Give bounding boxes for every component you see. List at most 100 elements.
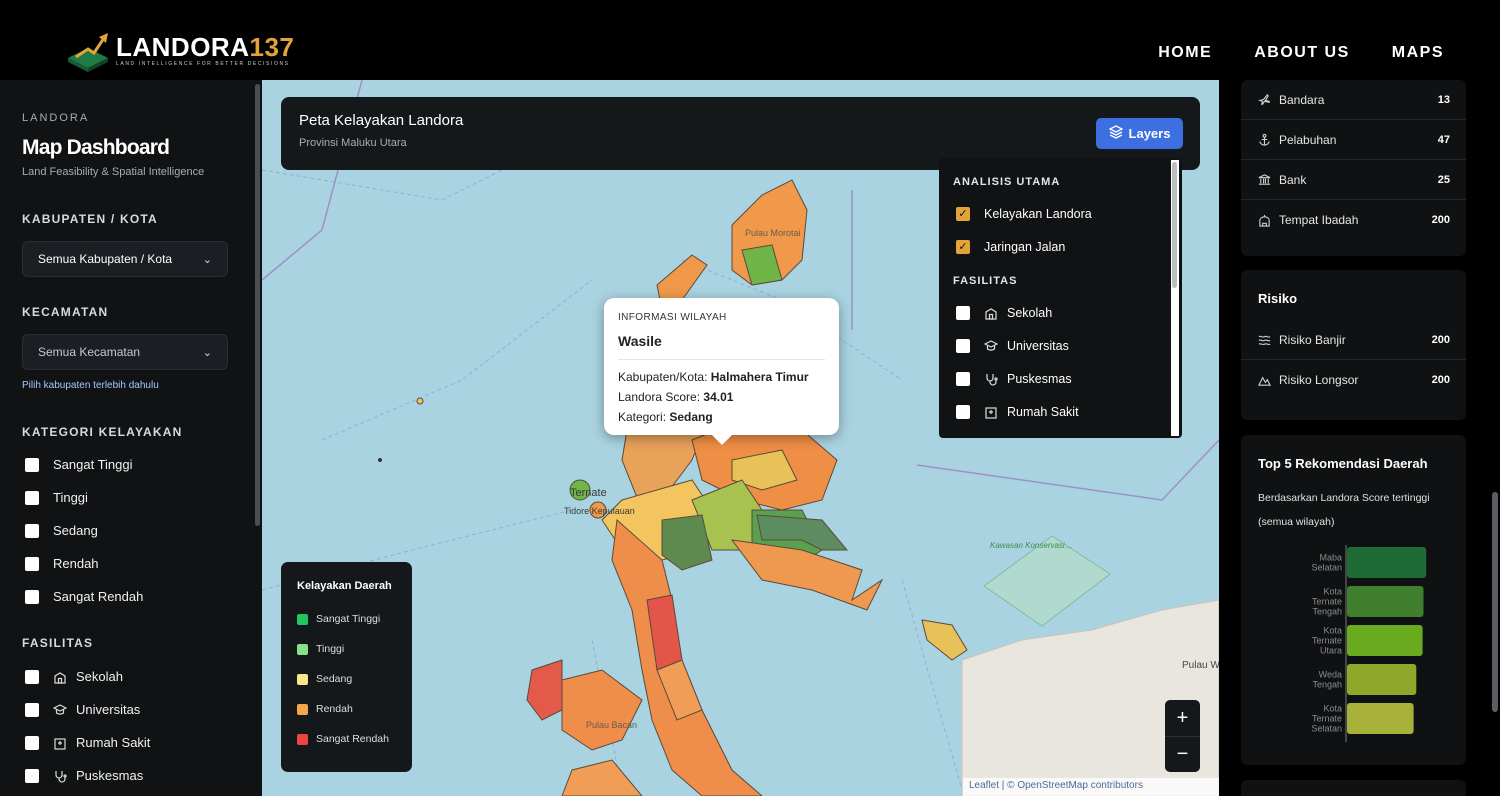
checkbox[interactable] xyxy=(956,305,970,320)
top5-title: Top 5 Rekomendasi Daerah xyxy=(1258,456,1428,471)
zoom-in-button[interactable]: + xyxy=(1165,700,1200,736)
popup-kategori: Kategori: Sedang xyxy=(618,410,713,424)
legend-swatch xyxy=(297,703,308,715)
kategori-list: Sangat Tinggi Tinggi Sedang Rendah Sanga… xyxy=(22,448,240,613)
legend-swatch xyxy=(297,643,308,655)
sidebar-subtitle: Land Feasibility & Spatial Intelligence xyxy=(22,166,205,178)
fasilitas-item-rumah-sakit[interactable]: Rumah Sakit xyxy=(22,726,240,759)
checkbox[interactable] xyxy=(25,523,39,538)
chart-category-label: Maba Selatan xyxy=(1311,553,1342,573)
checkbox[interactable] xyxy=(956,371,970,386)
checkbox-checked[interactable]: ✓ xyxy=(956,239,970,254)
nav-maps[interactable]: MAPS xyxy=(1392,44,1444,62)
layers-button[interactable]: Layers xyxy=(1096,118,1183,149)
analisis-title: ANALISIS UTAMA xyxy=(953,176,1061,188)
layer-sekolah[interactable]: Sekolah xyxy=(939,296,1182,329)
chart-bar[interactable] xyxy=(1347,664,1417,695)
checkbox[interactable] xyxy=(25,457,39,472)
fasilitas-list: Sekolah Universitas Rumah Sakit Puskesma… xyxy=(22,660,240,792)
stethoscope-icon xyxy=(53,769,67,783)
kategori-item[interactable]: Tinggi xyxy=(22,481,240,514)
fasilitas-item-label: Puskesmas xyxy=(76,768,144,783)
kategori-item-label: Rendah xyxy=(53,556,99,571)
chart-category-label: Weda Tengah xyxy=(1312,670,1342,690)
stat-pelabuhan: Pelabuhan 47 xyxy=(1241,120,1466,160)
kabupaten-select-value: Semua Kabupaten / Kota xyxy=(38,252,173,266)
checkbox[interactable] xyxy=(25,702,39,717)
nav-about-us[interactable]: ABOUT US xyxy=(1254,44,1350,62)
kategori-item[interactable]: Sangat Rendah xyxy=(22,580,240,613)
checkbox[interactable] xyxy=(956,338,970,353)
popup-eyebrow: INFORMASI WILAYAH xyxy=(618,312,727,323)
fasilitas-layer-title: FASILITAS xyxy=(953,275,1018,287)
right-scrollbar[interactable] xyxy=(1492,492,1498,712)
checkbox[interactable] xyxy=(25,490,39,505)
checkbox[interactable] xyxy=(25,589,39,604)
layers-button-label: Layers xyxy=(1128,126,1171,141)
chart-bar[interactable] xyxy=(1347,547,1427,578)
map-view[interactable]: Pulau Morotai Ternate Tidore Kepulauan P… xyxy=(262,80,1219,796)
chart-bar[interactable] xyxy=(1347,703,1414,734)
facility-stats-card: Bandara 13 Pelabuhan 47 Bank 25 Tempat I… xyxy=(1241,80,1466,256)
nav-home[interactable]: HOME xyxy=(1158,44,1212,62)
graduation-cap-icon xyxy=(984,339,998,353)
layer-universitas[interactable]: Universitas xyxy=(939,329,1182,362)
map-attribution[interactable]: Leaflet | © OpenStreetMap contributors xyxy=(963,778,1219,796)
risiko-card: Risiko Risiko Banjir 200 Risiko Longsor … xyxy=(1241,270,1466,420)
chart-category-label: Kota Ternate Selatan xyxy=(1311,704,1342,734)
kecamatan-label: KECAMATAN xyxy=(22,305,109,319)
layer-label: Kelayakan Landora xyxy=(984,206,1092,221)
kategori-item-label: Tinggi xyxy=(53,490,88,505)
popup-title: Wasile xyxy=(618,333,825,360)
layers-scroll-thumb[interactable] xyxy=(1172,162,1177,288)
legend-item: Sangat Rendah xyxy=(297,724,396,754)
chevron-down-icon: ⌄ xyxy=(202,253,212,266)
layer-kelayakan-landora[interactable]: ✓ Kelayakan Landora xyxy=(939,197,1182,230)
logo-icon xyxy=(66,30,112,72)
checkbox[interactable] xyxy=(25,669,39,684)
top5-chart: Maba Selatan Kota Ternate Tengah Kota Ternate U… xyxy=(1311,545,1427,742)
popup-score: Landora Score: 34.01 xyxy=(618,390,734,404)
checkbox[interactable] xyxy=(25,735,39,750)
hospital-icon xyxy=(53,736,67,750)
kecamatan-select[interactable]: Semua Kecamatan ⌄ xyxy=(22,334,228,370)
brand-logo[interactable]: LANDORA137 LAND INTELLIGENCE FOR BETTER … xyxy=(66,30,294,72)
checkbox[interactable] xyxy=(25,768,39,783)
sidebar-scrollbar[interactable] xyxy=(255,84,260,526)
risiko-longsor: Risiko Longsor 200 xyxy=(1241,360,1466,400)
kategori-item[interactable]: Sangat Tinggi xyxy=(22,448,240,481)
kategori-item[interactable]: Sedang xyxy=(22,514,240,547)
chart-bar[interactable] xyxy=(1347,625,1423,656)
kabupaten-select[interactable]: Semua Kabupaten / Kota ⌄ xyxy=(22,241,228,277)
popup-kabupaten: Kabupaten/Kota: Halmahera Timur xyxy=(618,370,809,384)
layer-puskesmas[interactable]: Puskesmas xyxy=(939,362,1182,395)
chart-category-label: Kota Ternate Tengah xyxy=(1312,587,1342,617)
checkbox-checked[interactable]: ✓ xyxy=(956,206,970,221)
main-nav: HOME ABOUT US MAPS xyxy=(1158,44,1444,62)
hospital-icon xyxy=(984,405,998,419)
sidebar-title: Map Dashboard xyxy=(22,136,170,159)
anchor-icon xyxy=(1258,133,1271,146)
legend-item: Sangat Tinggi xyxy=(297,604,396,634)
stat-tempat-ibadah: Tempat Ibadah 200 xyxy=(1241,200,1466,240)
left-sidebar: LANDORA Map Dashboard Land Feasibility &… xyxy=(0,80,262,796)
checkbox[interactable] xyxy=(25,556,39,571)
checkbox[interactable] xyxy=(956,404,970,419)
stat-bank: Bank 25 xyxy=(1241,160,1466,200)
next-card xyxy=(1241,780,1466,796)
fasilitas-item-sekolah[interactable]: Sekolah xyxy=(22,660,240,693)
fasilitas-item-universitas[interactable]: Universitas xyxy=(22,693,240,726)
top-navbar: LANDORA137 LAND INTELLIGENCE FOR BETTER … xyxy=(0,0,1500,80)
chevron-down-icon: ⌄ xyxy=(202,346,212,359)
layer-jaringan-jalan[interactable]: ✓ Jaringan Jalan xyxy=(939,230,1182,263)
layer-label: Puskesmas xyxy=(1007,371,1072,386)
kategori-item[interactable]: Rendah xyxy=(22,547,240,580)
zoom-out-button[interactable]: − xyxy=(1165,736,1200,772)
map-label-bacan: Pulau Bacan xyxy=(586,720,637,730)
fasilitas-item-puskesmas[interactable]: Puskesmas xyxy=(22,759,240,792)
layer-rumah-sakit[interactable]: Rumah Sakit xyxy=(939,395,1182,428)
layer-label: Universitas xyxy=(1007,338,1069,353)
fasilitas-item-label: Sekolah xyxy=(76,669,123,684)
chart-bar[interactable] xyxy=(1347,586,1424,617)
layers-icon xyxy=(1108,125,1123,142)
